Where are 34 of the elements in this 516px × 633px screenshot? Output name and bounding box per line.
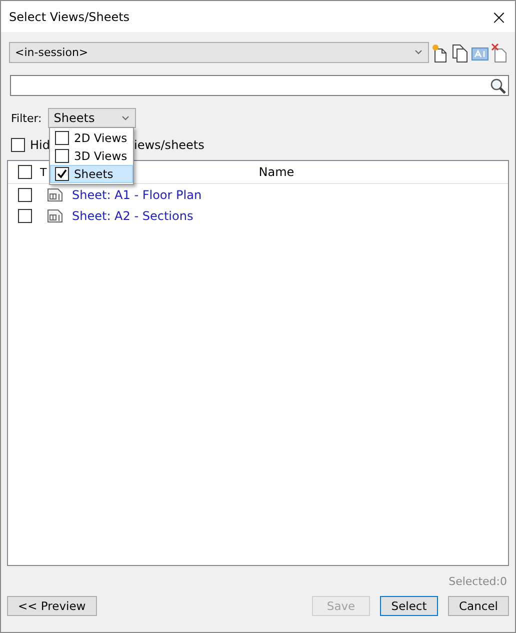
new-document-icon[interactable] <box>431 42 449 62</box>
checkbox[interactable] <box>18 165 32 179</box>
checkbox[interactable] <box>18 188 32 202</box>
checkbox[interactable] <box>55 131 69 145</box>
copy-icon[interactable] <box>451 42 469 62</box>
column-header[interactable]: T <box>40 166 47 178</box>
sheet-icon <box>47 188 63 202</box>
search-icon <box>490 78 506 94</box>
dialog-button[interactable]: Cancel <box>448 596 509 616</box>
delete-document-icon[interactable] <box>491 42 509 62</box>
column-header[interactable]: Name <box>258 165 294 179</box>
filter-option[interactable]: Sheets <box>50 165 133 183</box>
filter-option[interactable]: 3D Views <box>50 147 133 165</box>
sheet-name[interactable]: Sheet: A1 - Floor Plan <box>72 188 202 202</box>
sheet-icon <box>47 208 63 222</box>
checkbox[interactable] <box>11 138 25 152</box>
filter-dropdown[interactable]: Sheets <box>48 108 136 128</box>
dialog-button[interactable]: << Preview <box>7 596 97 616</box>
caret-icon <box>122 116 129 120</box>
checkbox-label: iews/sheets <box>134 138 204 152</box>
filter-option[interactable]: 2D Views <box>50 129 133 147</box>
filter-label: Filter: <box>11 112 42 124</box>
sheet-name[interactable]: Sheet: A2 - Sections <box>72 208 194 222</box>
checkbox[interactable] <box>55 167 69 181</box>
search-field[interactable] <box>10 75 509 96</box>
caret-icon <box>415 50 422 55</box>
view-set-dropdown[interactable]: <in-session> <box>9 42 429 63</box>
dialog-button[interactable]: Select <box>380 596 438 616</box>
checkbox[interactable] <box>18 208 32 222</box>
close-button[interactable]: × <box>483 1 515 32</box>
checkbox[interactable] <box>55 149 69 163</box>
selected-count: Selected:0 <box>448 575 508 588</box>
window-title: Select Views/Sheets <box>9 10 130 24</box>
checkbox-label: Hid <box>30 138 50 152</box>
